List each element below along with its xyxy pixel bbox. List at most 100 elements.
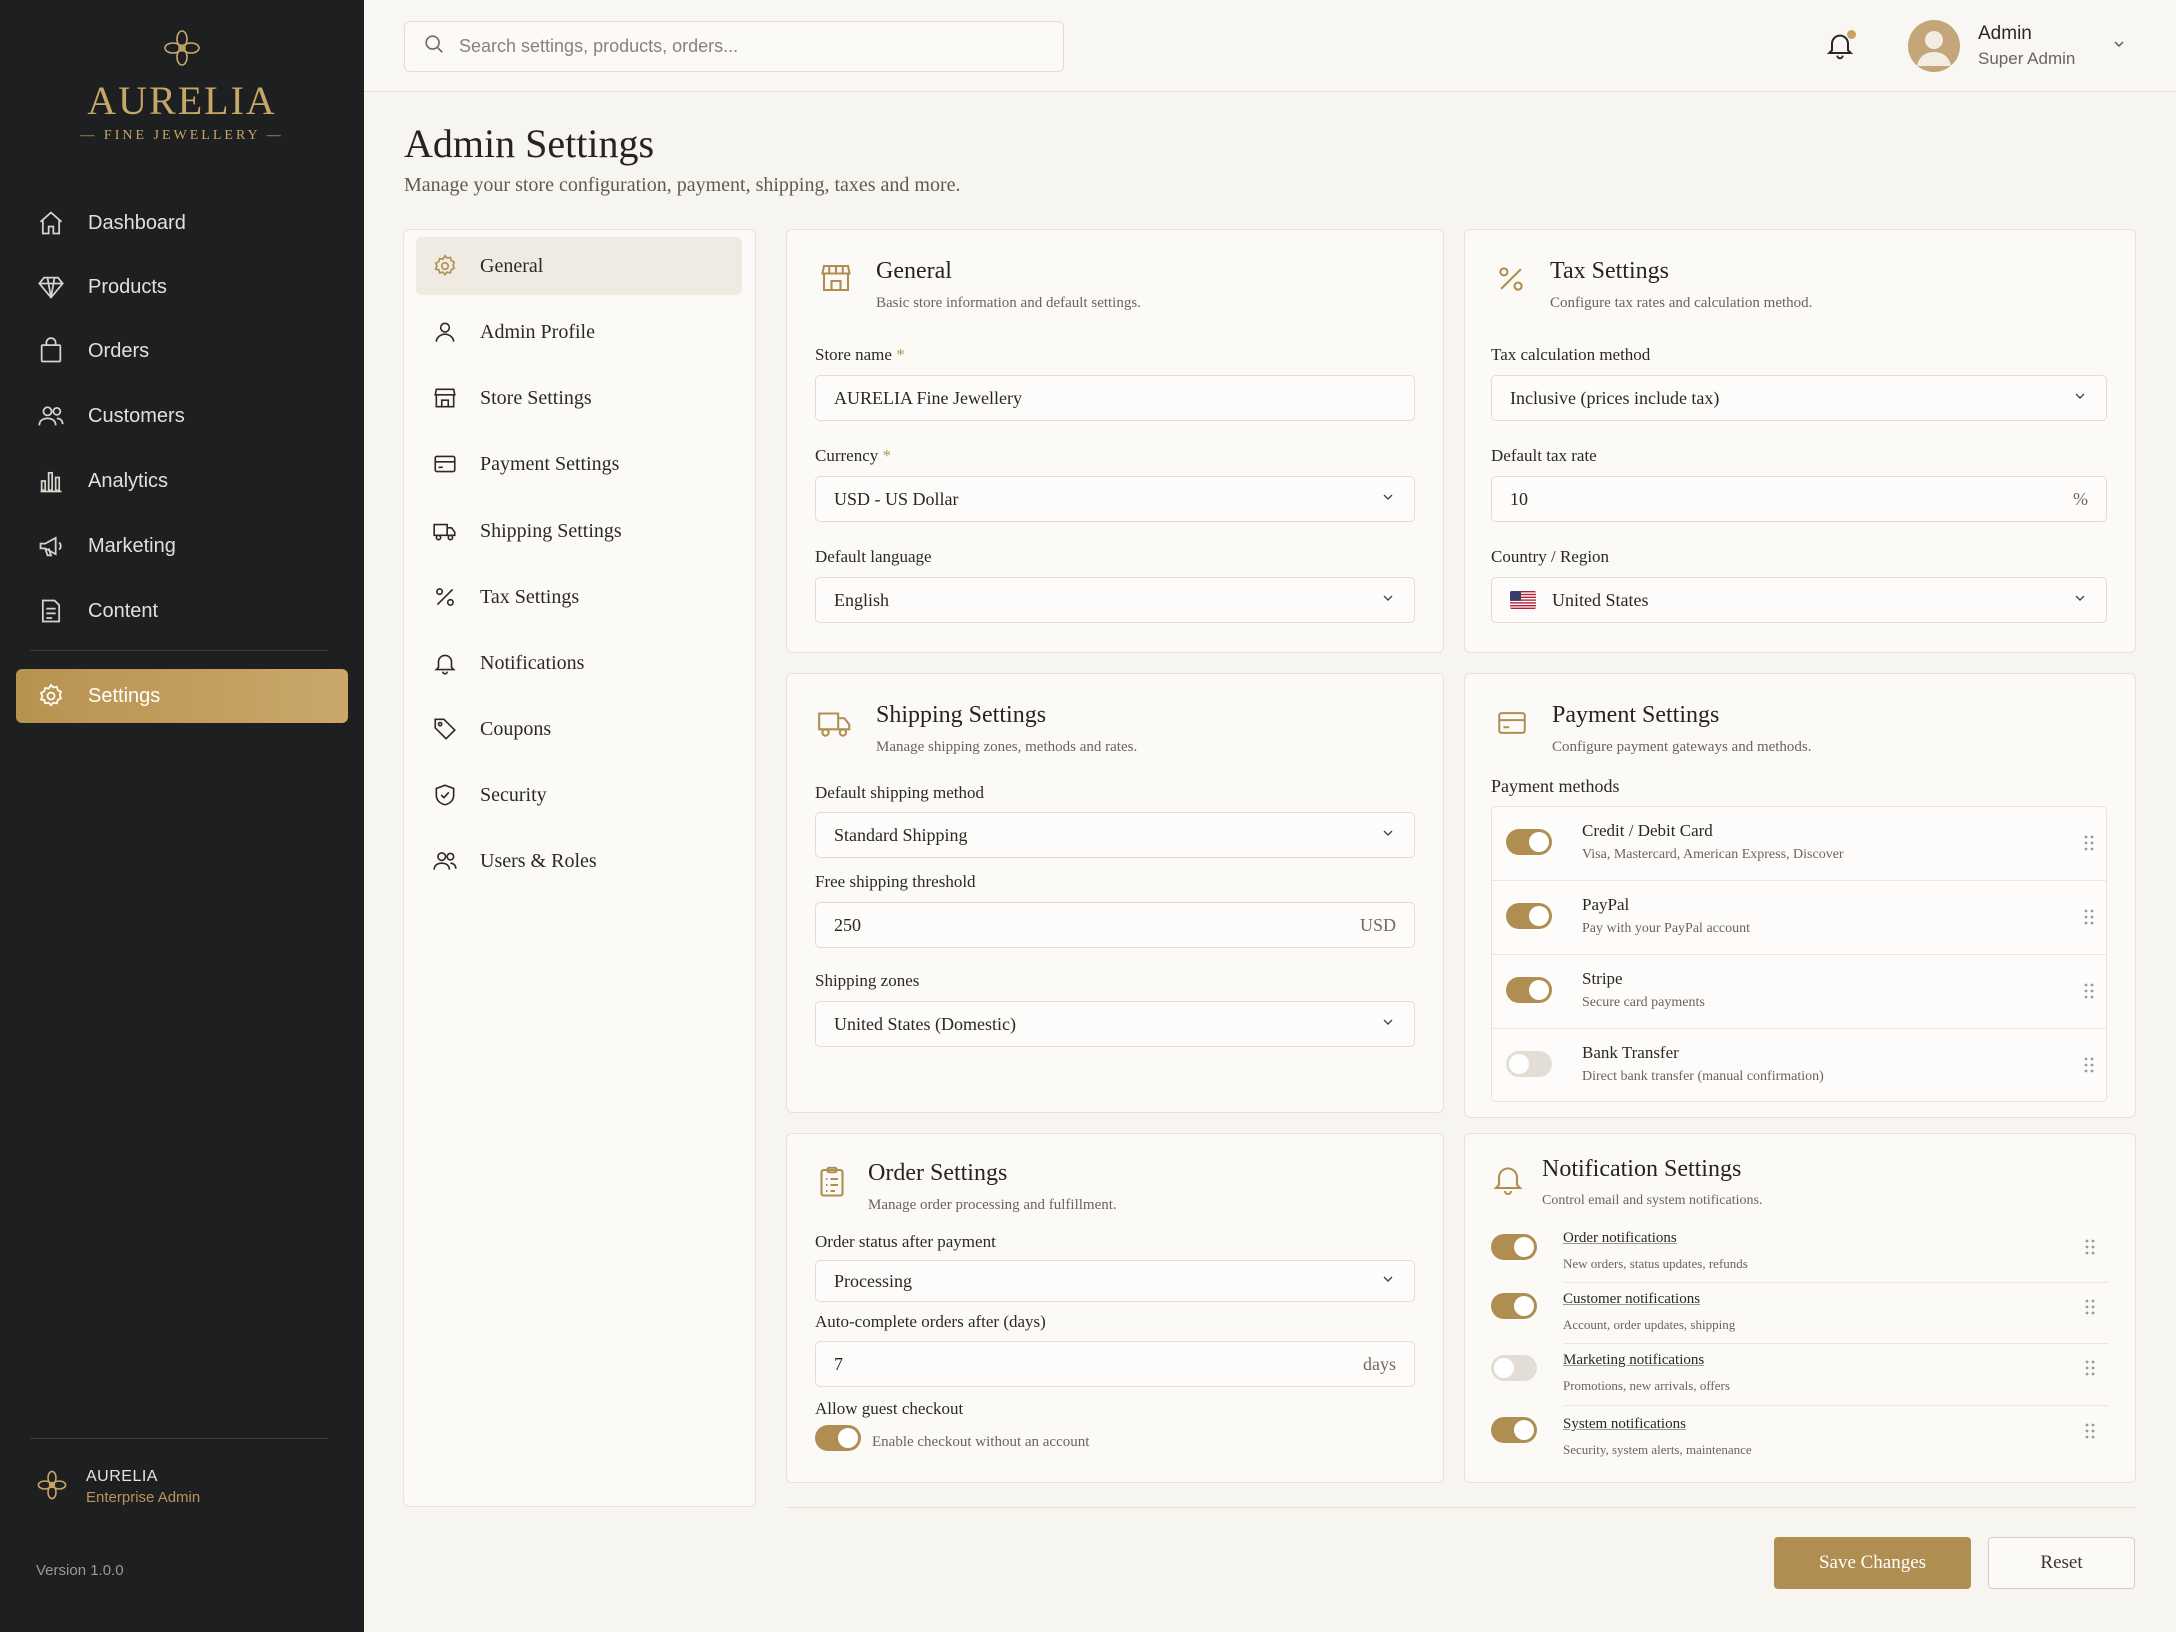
notification-name: Marketing notifications bbox=[1563, 1352, 1705, 1368]
us-flag-icon bbox=[1510, 591, 1536, 609]
search-input[interactable] bbox=[459, 36, 1019, 57]
language-select[interactable]: English bbox=[815, 577, 1415, 623]
clipboard-icon bbox=[814, 1162, 850, 1207]
system-notifications-toggle[interactable] bbox=[1491, 1417, 1537, 1443]
sidebar-item-label: Customers bbox=[88, 404, 185, 427]
settings-menu-security[interactable]: Security bbox=[416, 766, 742, 824]
store-name-input[interactable]: AURELIA Fine Jewellery bbox=[815, 375, 1415, 421]
autocomplete-label: Auto-complete orders after (days) bbox=[815, 1312, 1046, 1331]
settings-menu-admin-profile[interactable]: Admin Profile bbox=[416, 303, 742, 361]
sidebar-item-content[interactable]: Content bbox=[16, 584, 348, 638]
settings-menu-label: Store Settings bbox=[480, 386, 592, 409]
footer-divider bbox=[786, 1507, 2136, 1508]
brand-tagline: — FINE JEWELLERY — bbox=[80, 128, 284, 143]
settings-menu-notifications[interactable]: Notifications bbox=[416, 634, 742, 692]
shipping-method-label: Default shipping method bbox=[815, 783, 985, 802]
notification-name: Customer notifications bbox=[1563, 1291, 1701, 1307]
autocomplete-input[interactable]: 7 days bbox=[815, 1341, 1415, 1387]
search-bar[interactable] bbox=[404, 21, 1064, 72]
users-icon bbox=[36, 401, 66, 431]
home-icon bbox=[36, 208, 66, 238]
threshold-input[interactable]: 250 USD bbox=[815, 902, 1415, 948]
drag-handle-icon[interactable] bbox=[2085, 1299, 2095, 1315]
sidebar-item-orders[interactable]: Orders bbox=[16, 324, 348, 378]
sidebar-item-analytics[interactable]: Analytics bbox=[16, 454, 348, 508]
settings-menu-tax-settings[interactable]: Tax Settings bbox=[416, 568, 742, 626]
notification-divider bbox=[1563, 1343, 2108, 1344]
order-notifications-toggle[interactable] bbox=[1491, 1234, 1537, 1260]
save-changes-button[interactable]: Save Changes bbox=[1774, 1537, 1971, 1589]
drag-handle-icon[interactable] bbox=[2084, 909, 2094, 925]
payment-methods-list: Credit / Debit Card Visa, Mastercard, Am… bbox=[1491, 806, 2107, 1102]
country-select[interactable]: United States bbox=[1491, 577, 2107, 623]
shipping-method-select[interactable]: Standard Shipping bbox=[815, 812, 1415, 858]
payment-toggle[interactable] bbox=[1506, 903, 1552, 929]
payment-toggle[interactable] bbox=[1506, 829, 1552, 855]
currency-suffix: USD bbox=[1359, 914, 1396, 935]
footer-divider bbox=[30, 1438, 328, 1439]
notification-name: Order notifications bbox=[1563, 1230, 1677, 1246]
payment-method-name: Stripe bbox=[1582, 969, 1623, 988]
chevron-down-icon[interactable] bbox=[2111, 36, 2127, 57]
settings-menu-store-settings[interactable]: Store Settings bbox=[416, 369, 742, 427]
sidebar-item-settings[interactable]: Settings bbox=[16, 669, 348, 723]
sidebar-item-customers[interactable]: Customers bbox=[16, 389, 348, 443]
settings-menu-shipping-settings[interactable]: Shipping Settings bbox=[416, 502, 742, 560]
percent-suffix: % bbox=[2073, 488, 2088, 509]
notifications-button[interactable] bbox=[1824, 28, 1858, 62]
card-subtitle: Configure payment gateways and methods. bbox=[1552, 739, 1812, 755]
shield-icon bbox=[430, 780, 460, 810]
reset-button[interactable]: Reset bbox=[1988, 1537, 2135, 1589]
page-subtitle: Manage your store configuration, payment… bbox=[404, 174, 961, 196]
sidebar-item-label: Marketing bbox=[88, 534, 176, 557]
chevron-down-icon bbox=[1380, 1014, 1396, 1035]
tax-method-select[interactable]: Inclusive (prices include tax) bbox=[1491, 375, 2107, 421]
settings-menu-payment-settings[interactable]: Payment Settings bbox=[416, 435, 742, 493]
currency-select[interactable]: USD - US Dollar bbox=[815, 476, 1415, 522]
notification-desc: Account, order updates, shipping bbox=[1563, 1317, 1736, 1332]
drag-handle-icon[interactable] bbox=[2085, 1360, 2095, 1376]
sidebar-item-marketing[interactable]: Marketing bbox=[16, 519, 348, 573]
order-status-select[interactable]: Processing bbox=[815, 1260, 1415, 1302]
sidebar-item-dashboard[interactable]: Dashboard bbox=[16, 196, 348, 250]
user-menu[interactable]: Admin Super Admin bbox=[1908, 20, 2127, 72]
tax-rate-input[interactable]: 10% bbox=[1491, 476, 2107, 522]
settings-menu-users-roles[interactable]: Users & Roles bbox=[416, 832, 742, 890]
truck-icon bbox=[430, 516, 460, 546]
bar-chart-icon bbox=[36, 466, 66, 496]
settings-menu-general[interactable]: General bbox=[416, 237, 742, 295]
marketing-notifications-toggle[interactable] bbox=[1491, 1355, 1537, 1381]
credit-card-icon bbox=[1494, 706, 1530, 745]
bell-icon bbox=[1490, 1160, 1526, 1203]
chevron-down-icon bbox=[2072, 388, 2088, 409]
brand-name: AURELIA bbox=[87, 78, 277, 123]
threshold-label: Free shipping threshold bbox=[815, 872, 976, 891]
payment-method-desc: Pay with your PayPal account bbox=[1582, 921, 1750, 936]
payment-toggle[interactable] bbox=[1506, 977, 1552, 1003]
avatar bbox=[1908, 20, 1960, 72]
drag-handle-icon[interactable] bbox=[2084, 983, 2094, 999]
drag-handle-icon[interactable] bbox=[2084, 835, 2094, 851]
notification-divider bbox=[1563, 1282, 2108, 1283]
payment-toggle[interactable] bbox=[1506, 1051, 1552, 1077]
drag-handle-icon[interactable] bbox=[2085, 1239, 2095, 1255]
settings-menu-coupons[interactable]: Coupons bbox=[416, 700, 742, 758]
card-title: General bbox=[876, 258, 952, 284]
settings-menu-label: Payment Settings bbox=[480, 452, 620, 475]
days-suffix: days bbox=[1363, 1353, 1396, 1374]
card-subtitle: Control email and system notifications. bbox=[1542, 1193, 1763, 1208]
drag-handle-icon[interactable] bbox=[2084, 1057, 2094, 1073]
search-icon bbox=[423, 33, 445, 60]
drag-handle-icon[interactable] bbox=[2085, 1423, 2095, 1439]
guest-checkout-toggle[interactable] bbox=[815, 1425, 861, 1451]
customer-notifications-toggle[interactable] bbox=[1491, 1293, 1537, 1319]
page-title: Admin Settings bbox=[404, 121, 655, 166]
settings-menu-label: Admin Profile bbox=[480, 320, 595, 343]
brand-logo[interactable]: AURELIA — FINE JEWELLERY — bbox=[0, 28, 364, 144]
settings-menu-label: General bbox=[480, 254, 544, 277]
sidebar-item-products[interactable]: Products bbox=[16, 260, 348, 314]
zones-select[interactable]: United States (Domestic) bbox=[815, 1001, 1415, 1047]
payment-method-name: Bank Transfer bbox=[1582, 1043, 1679, 1062]
flower-emblem-icon bbox=[162, 28, 202, 68]
payment-method-name: Credit / Debit Card bbox=[1582, 821, 1713, 840]
